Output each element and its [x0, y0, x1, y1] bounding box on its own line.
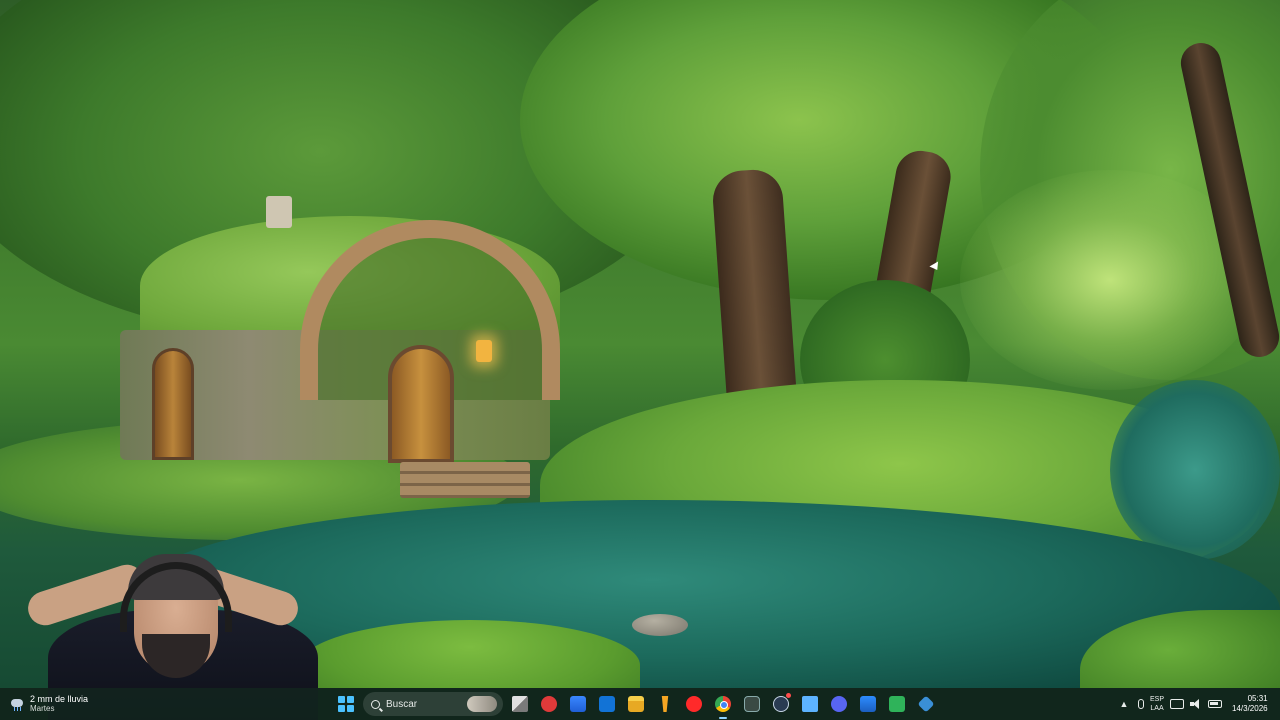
discord-icon: [831, 696, 847, 712]
chrome-icon: [715, 696, 731, 712]
photos-icon: [860, 696, 876, 712]
hobbit-house: [100, 196, 570, 500]
photos-button[interactable]: [856, 692, 880, 716]
stream: [1110, 380, 1280, 560]
clock[interactable]: 05:31 14/3/2026: [1232, 694, 1268, 714]
steam-button[interactable]: [769, 692, 793, 716]
search-placeholder: Buscar: [386, 698, 418, 710]
wooden-steps: [400, 462, 530, 498]
gamepad-button[interactable]: [740, 692, 764, 716]
volume-icon[interactable]: [1190, 699, 1202, 709]
notification-dot: [786, 693, 791, 698]
main-door: [388, 345, 454, 463]
lamp-icon: [661, 696, 669, 712]
discord-button[interactable]: [827, 692, 851, 716]
network-icon[interactable]: [1170, 699, 1185, 709]
youtube-button[interactable]: [682, 692, 706, 716]
weather-day: Martes: [30, 704, 55, 713]
lantern: [476, 340, 492, 362]
taskbar-search[interactable]: Buscar: [363, 692, 503, 716]
windows-logo-icon: [338, 696, 354, 712]
red-circle-icon: [541, 696, 557, 712]
clock-time: 05:31: [1247, 694, 1268, 703]
steam-icon: [773, 696, 789, 712]
store-button[interactable]: [566, 692, 590, 716]
system-tray: ▲ ESP LAA 05:31 14/3/2026: [1116, 690, 1268, 718]
play-icon: [686, 696, 702, 712]
store-icon: [570, 696, 586, 712]
river-rock: [632, 614, 688, 636]
side-door: [152, 348, 194, 460]
battery-icon[interactable]: [1208, 700, 1223, 708]
weather-condition: 2 mm de lluvia: [30, 694, 89, 704]
chimney: [266, 196, 292, 228]
notepad-icon: [802, 696, 818, 712]
folder-icon: [628, 696, 644, 712]
weather-widget[interactable]: 2 mm de lluvia Martes: [10, 691, 88, 717]
green-app-button[interactable]: [885, 692, 909, 716]
language-indicator[interactable]: ESP LAA: [1150, 695, 1164, 713]
obs-button[interactable]: [653, 692, 677, 716]
language-code: ESP: [1150, 696, 1165, 703]
microphone-icon[interactable]: [1138, 699, 1144, 709]
chrome-button[interactable]: [711, 692, 735, 719]
weather-text: 2 mm de lluvia Martes: [30, 694, 88, 714]
taskbar: 2 mm de lluvia Martes Buscar ▲ ESP LAA 0…: [0, 688, 1280, 720]
notepad-button[interactable]: [798, 692, 822, 716]
outlook-icon: [599, 696, 615, 712]
blue-app-button[interactable]: [914, 692, 938, 716]
start-button[interactable]: [334, 692, 358, 716]
task-view-button[interactable]: [508, 692, 532, 716]
keyboard-layout: LAA: [1150, 705, 1164, 712]
taskbar-center: Buscar: [334, 690, 938, 719]
gamepad-icon: [744, 696, 760, 712]
file-explorer-button[interactable]: [624, 692, 648, 716]
clock-date: 14/3/2026: [1232, 704, 1268, 713]
rain-cloud-icon: [10, 697, 24, 711]
red-app-button[interactable]: [537, 692, 561, 716]
search-icon: [371, 699, 380, 709]
diamond-icon: [917, 695, 935, 713]
search-highlight-image: [467, 696, 497, 712]
chevron-up-icon[interactable]: ▲: [1116, 696, 1132, 712]
outlook-button[interactable]: [595, 692, 619, 716]
task-view-icon: [512, 696, 528, 712]
green-app-icon: [889, 696, 905, 712]
